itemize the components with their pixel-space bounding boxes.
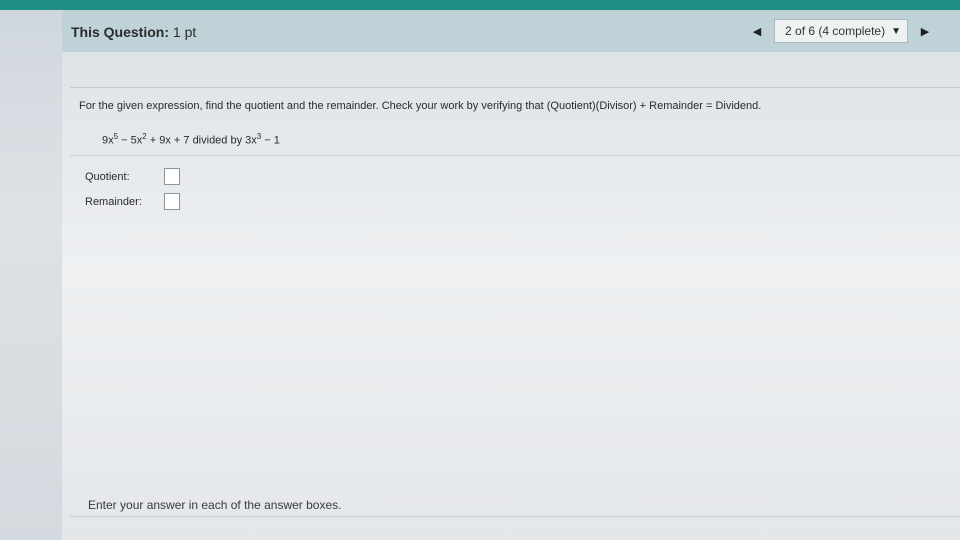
quotient-row: Quotient: — [85, 168, 180, 185]
quotient-input[interactable] — [164, 168, 180, 185]
quotient-label: Quotient: — [85, 170, 130, 183]
math-expression: 9x5 − 5x2 + 9x + 7 divided by 3x3 − 1 — [102, 132, 280, 147]
answer-hint: Enter your answer in each of the answer … — [88, 498, 342, 512]
dividend-term-2: − 5x — [118, 134, 143, 147]
progress-text: 2 of 6 (4 complete) — [785, 24, 886, 38]
screen: This Question: 1 pt ◀ 2 of 6 (4 complete… — [0, 0, 960, 540]
divider — [70, 87, 960, 88]
prev-question-button[interactable]: ◀ — [746, 19, 768, 43]
divided-by-text: divided by — [192, 134, 243, 147]
chevron-down-icon: ▼ — [891, 25, 901, 37]
divider — [70, 155, 960, 156]
question-instruction: For the given expression, find the quoti… — [79, 100, 762, 112]
remainder-row: Remainder: — [85, 193, 180, 210]
question-panel: For the given expression, find the quoti… — [62, 52, 960, 540]
question-selector[interactable]: 2 of 6 (4 complete) ▼ — [774, 19, 908, 43]
divisor-term-1: 3x — [245, 134, 257, 147]
question-label: This Question: — [71, 24, 169, 40]
question-header: This Question: 1 pt ◀ 2 of 6 (4 complete… — [62, 10, 960, 53]
divisor-term-2: − 1 — [261, 134, 280, 147]
divider — [70, 516, 960, 517]
question-points-label: This Question: 1 pt — [71, 24, 196, 40]
dividend-term-3: + 9x + 7 — [146, 134, 190, 147]
question-points: 1 pt — [172, 24, 197, 40]
triangle-right-icon: ▶ — [920, 25, 930, 38]
remainder-label: Remainder: — [85, 195, 142, 208]
question-nav: ◀ 2 of 6 (4 complete) ▼ ▶ — [746, 18, 936, 44]
top-bar — [0, 0, 960, 10]
triangle-left-icon: ◀ — [752, 25, 762, 38]
dividend-term-1: 9x — [102, 134, 114, 147]
remainder-input[interactable] — [164, 193, 180, 210]
next-question-button[interactable]: ▶ — [914, 19, 936, 43]
